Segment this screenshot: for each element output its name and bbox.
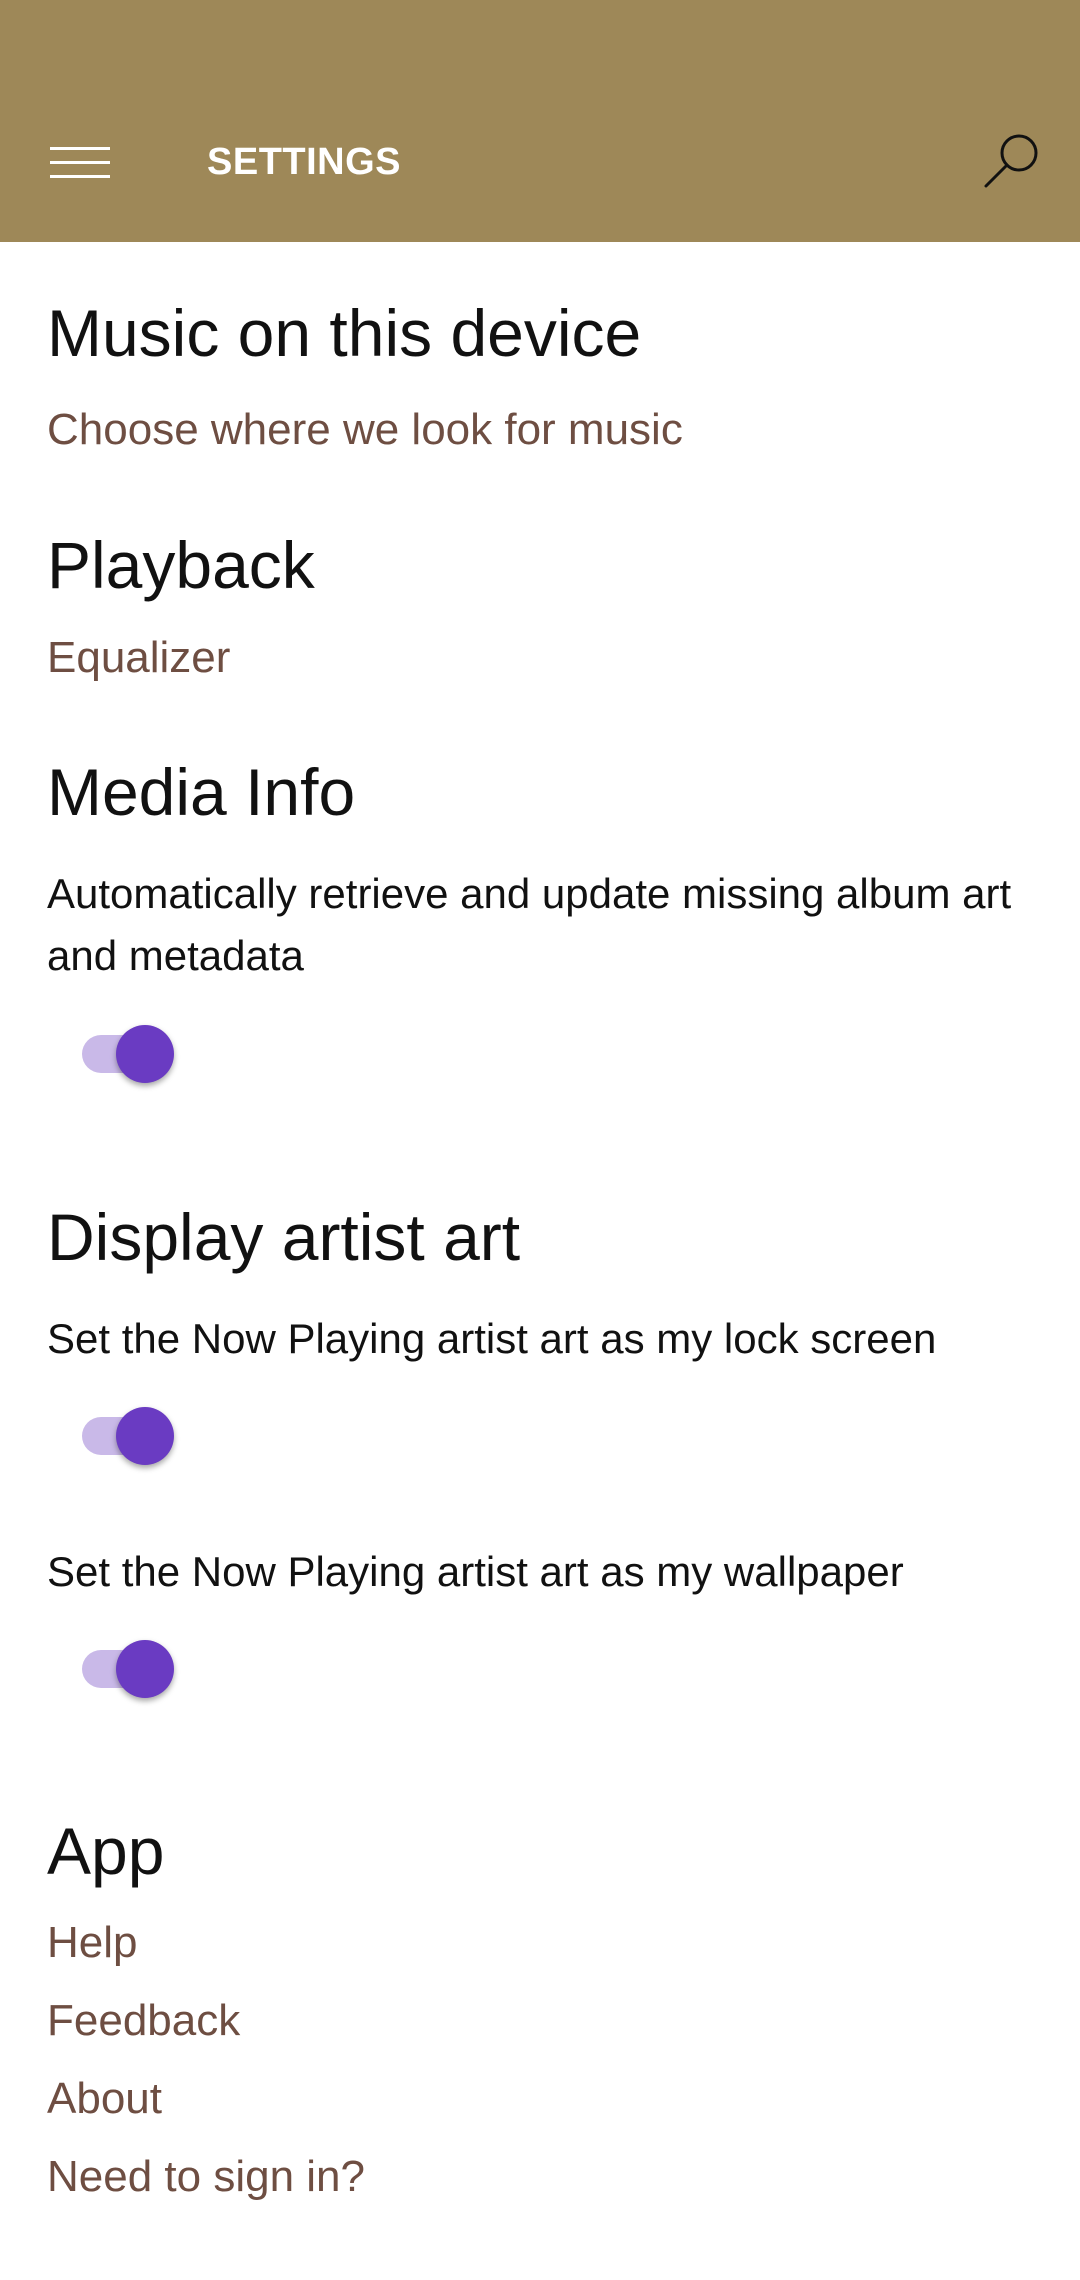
lock-screen-toggle[interactable] (82, 1400, 178, 1465)
lock-screen-label: Set the Now Playing artist art as my loc… (47, 1315, 937, 1362)
menu-button[interactable] (34, 128, 126, 198)
section-title-display-artist-art: Display artist art (47, 1200, 521, 1274)
toggle-thumb (116, 1025, 174, 1083)
toggle-thumb (116, 1407, 174, 1465)
media-info-description: Automatically retrieve and update missin… (47, 870, 1012, 979)
search-icon (984, 134, 1038, 188)
media-info-toggle[interactable] (82, 1018, 178, 1083)
wallpaper-label: Set the Now Playing artist art as my wal… (47, 1548, 904, 1595)
search-button[interactable] (972, 122, 1052, 202)
section-title-playback: Playback (47, 528, 315, 602)
sign-in-link[interactable]: Need to sign in? (47, 2149, 365, 2205)
feedback-link[interactable]: Feedback (47, 1993, 240, 2049)
section-title-app: App (47, 1814, 165, 1888)
section-title-music: Music on this device (47, 296, 642, 370)
help-link[interactable]: Help (47, 1915, 138, 1971)
app-header: SETTINGS (0, 0, 1080, 242)
section-title-media-info: Media Info (47, 755, 356, 829)
equalizer-link[interactable]: Equalizer (47, 630, 230, 686)
wallpaper-toggle[interactable] (82, 1633, 178, 1698)
page-title: SETTINGS (207, 141, 402, 183)
hamburger-menu-icon (50, 147, 110, 178)
about-link[interactable]: About (47, 2071, 162, 2127)
toggle-thumb (116, 1640, 174, 1698)
choose-music-location-link[interactable]: Choose where we look for music (47, 402, 683, 458)
